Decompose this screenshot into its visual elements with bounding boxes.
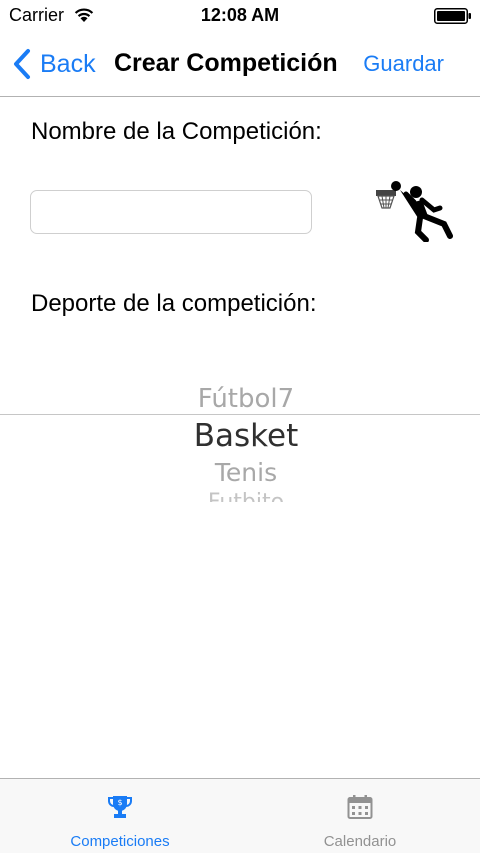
picker-divider (0, 414, 480, 415)
tab-calendario[interactable]: Calendario (240, 779, 480, 853)
back-label: Back (40, 49, 96, 78)
tab-competiciones[interactable]: $ Competiciones (0, 779, 240, 853)
competition-name-input[interactable] (30, 190, 312, 234)
picker-option-selected[interactable]: Basket (0, 418, 480, 454)
status-time: 12:08 AM (200, 5, 280, 25)
picker-option[interactable]: Fútbol7 (0, 384, 480, 414)
navigation-bar: Back Crear Competición Guardar (0, 32, 480, 97)
competition-name-label: Nombre de la Competición: (31, 118, 322, 145)
tab-bar: $ Competiciones Calendario (0, 778, 480, 853)
battery-icon (434, 8, 471, 24)
back-button[interactable]: Back (12, 46, 96, 82)
page-title: Crear Competición (114, 49, 338, 77)
sport-picker[interactable]: Fútbol7 Basket Tenis Futbito (0, 376, 480, 502)
sport-label: Deporte de la competición: (31, 290, 317, 317)
picker-option[interactable]: Tenis (0, 458, 480, 487)
status-bar: Carrier 12:08 AM (0, 0, 480, 32)
calendar-icon (347, 795, 373, 819)
basketball-player-icon (376, 181, 453, 242)
tab-label: Competiciones (70, 833, 170, 850)
tab-label: Calendario (323, 833, 397, 850)
svg-text:$: $ (117, 798, 122, 807)
save-button[interactable]: Guardar (363, 51, 444, 77)
chevron-left-icon (14, 49, 30, 79)
picker-option[interactable]: Futbito (0, 490, 480, 502)
trophy-icon: $ (108, 796, 132, 818)
